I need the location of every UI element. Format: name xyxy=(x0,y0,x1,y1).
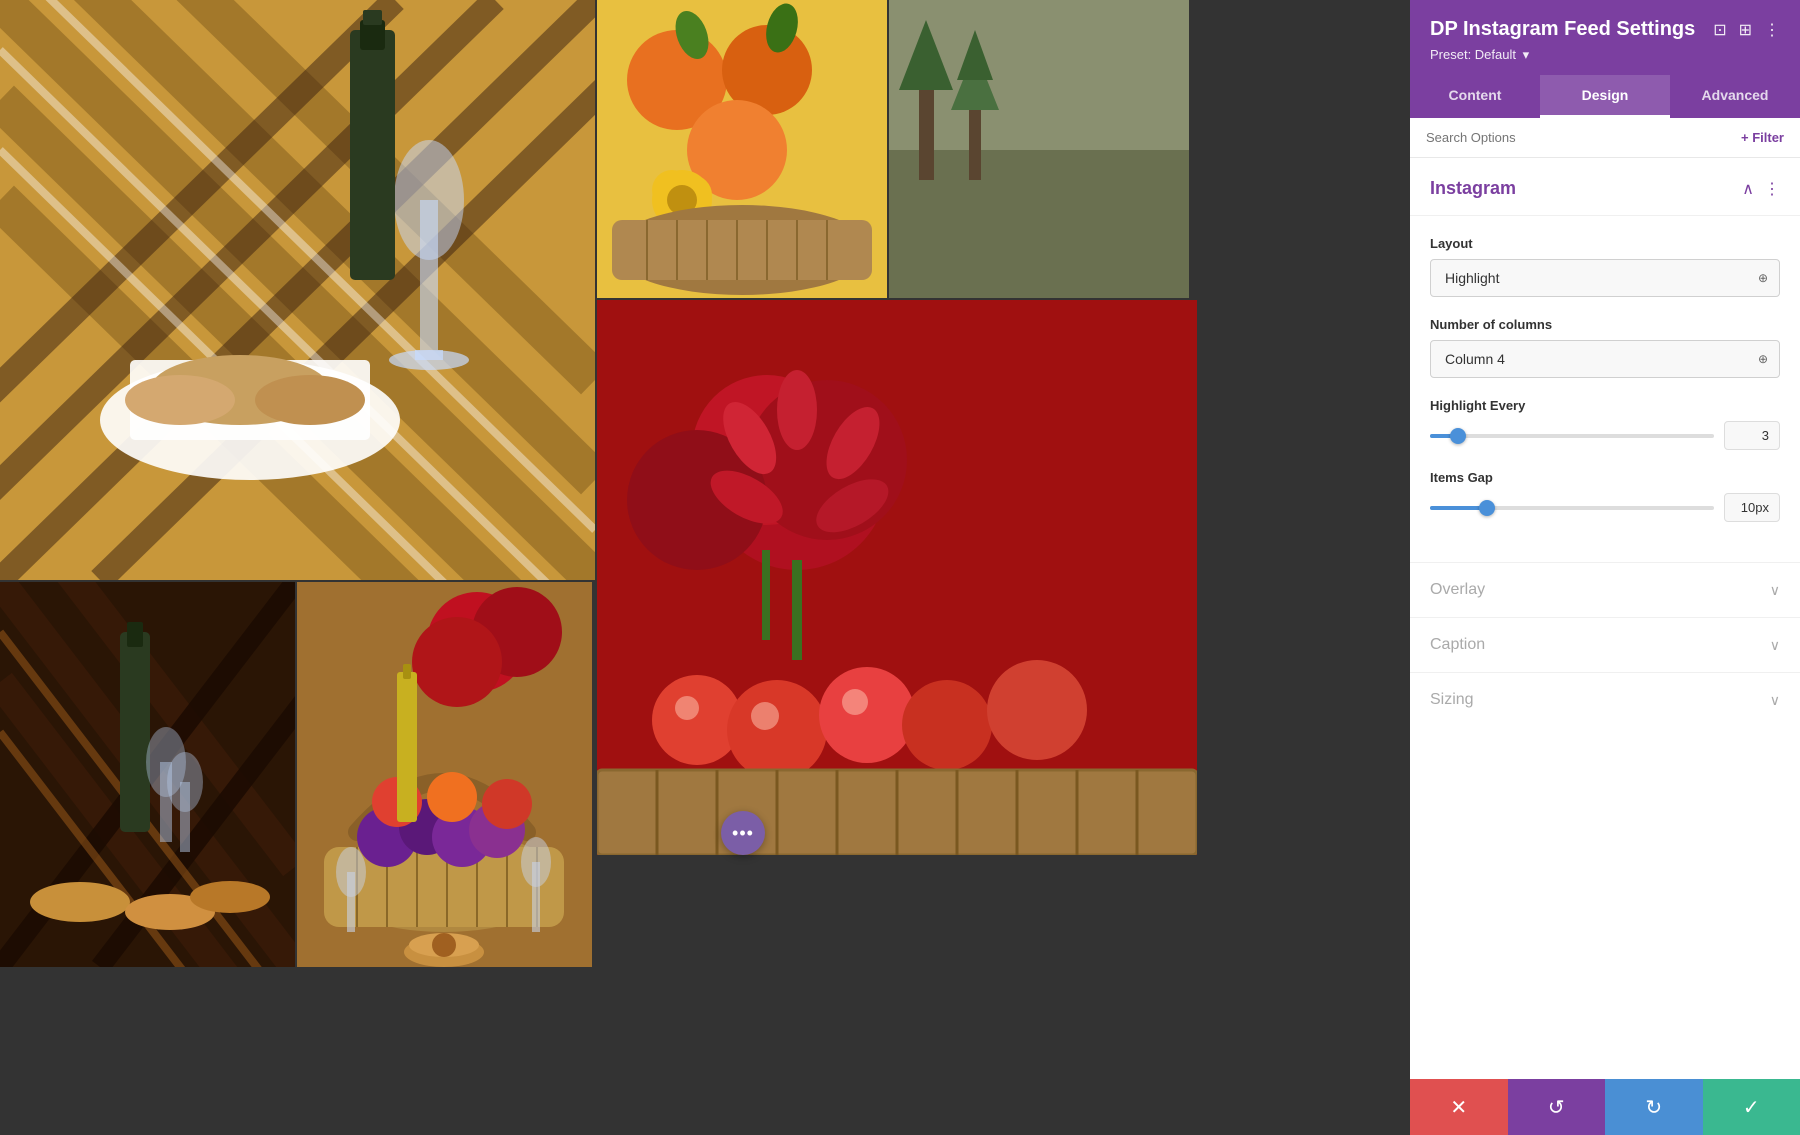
columns-select-wrapper: Column 1 Column 2 Column 3 Column 4 Colu… xyxy=(1430,340,1780,378)
confirm-icon: ✓ xyxy=(1743,1095,1760,1120)
confirm-button[interactable]: ✓ xyxy=(1703,1079,1800,1135)
items-gap-value[interactable]: 10px xyxy=(1724,493,1780,522)
sizing-collapse-arrow: ∨ xyxy=(1770,692,1780,709)
highlight-every-thumb[interactable] xyxy=(1450,428,1466,444)
filter-button[interactable]: + Filter xyxy=(1741,130,1784,145)
tab-advanced[interactable]: Advanced xyxy=(1670,75,1800,118)
more-options-button[interactable]: ••• xyxy=(721,811,765,855)
undo-icon: ↺ xyxy=(1548,1095,1565,1120)
caption-section-title: Caption xyxy=(1430,636,1485,654)
delete-icon: ✕ xyxy=(1450,1095,1467,1120)
items-gap-track xyxy=(1430,506,1714,510)
search-row: + Filter xyxy=(1410,118,1800,158)
undo-button[interactable]: ↺ xyxy=(1508,1079,1606,1135)
columns-select[interactable]: Column 1 Column 2 Column 3 Column 4 Colu… xyxy=(1430,340,1780,378)
photo-bottom-left xyxy=(0,582,295,967)
redo-icon: ↻ xyxy=(1645,1095,1662,1120)
items-gap-label: Items Gap xyxy=(1430,470,1780,485)
maximize-icon[interactable]: ⊞ xyxy=(1739,20,1752,40)
layout-select[interactable]: Highlight Grid Masonry Carousel xyxy=(1430,259,1780,297)
delete-button[interactable]: ✕ xyxy=(1410,1079,1508,1135)
overlay-collapse-arrow: ∨ xyxy=(1770,582,1780,599)
instagram-section-header: Instagram ∧ ⋮ xyxy=(1410,158,1800,216)
photo-main-left xyxy=(0,0,595,580)
tab-design[interactable]: Design xyxy=(1540,75,1670,118)
tab-content[interactable]: Content xyxy=(1410,75,1540,118)
overlay-section-title: Overlay xyxy=(1430,581,1485,599)
preset-label: Preset: Default xyxy=(1430,47,1516,62)
panel-header-icons: ⊡ ⊞ ⋮ xyxy=(1713,20,1780,40)
panel-toolbar: ✕ ↺ ↻ ✓ xyxy=(1410,1079,1800,1135)
highlight-every-slider-row: 3 xyxy=(1430,421,1780,450)
preset-arrow: ▾ xyxy=(1523,47,1530,63)
panel-content: Instagram ∧ ⋮ Layout Highlight Grid Maso… xyxy=(1410,158,1800,1079)
caption-section[interactable]: Caption ∨ xyxy=(1410,617,1800,672)
dots-icon: ••• xyxy=(732,823,754,844)
photo-middle-right xyxy=(597,300,1197,855)
layout-select-wrapper: Highlight Grid Masonry Carousel ⊕ xyxy=(1430,259,1780,297)
photo-top-right-fruits xyxy=(597,0,887,298)
settings-panel: DP Instagram Feed Settings ⊡ ⊞ ⋮ Preset:… xyxy=(1410,0,1800,1135)
section-menu-button[interactable]: ⋮ xyxy=(1764,179,1780,199)
sizing-section[interactable]: Sizing ∨ xyxy=(1410,672,1800,727)
panel-title: DP Instagram Feed Settings xyxy=(1430,18,1695,41)
layout-label: Layout xyxy=(1430,236,1780,251)
filter-label: + Filter xyxy=(1741,130,1784,145)
redo-button[interactable]: ↻ xyxy=(1605,1079,1703,1135)
columns-label: Number of columns xyxy=(1430,317,1780,332)
instagram-section-title: Instagram xyxy=(1430,178,1516,199)
preset-selector[interactable]: Preset: Default ▾ xyxy=(1430,47,1780,63)
section-controls: ∧ ⋮ xyxy=(1742,179,1780,199)
search-input[interactable] xyxy=(1426,130,1733,145)
photo-top-far-right xyxy=(889,0,1189,298)
caption-collapse-arrow: ∨ xyxy=(1770,637,1780,654)
panel-tabs: Content Design Advanced xyxy=(1410,75,1800,118)
settings-body: Layout Highlight Grid Masonry Carousel ⊕… xyxy=(1410,216,1800,562)
minimize-icon[interactable]: ⊡ xyxy=(1713,20,1726,40)
panel-header: DP Instagram Feed Settings ⊡ ⊞ ⋮ Preset:… xyxy=(1410,0,1800,75)
highlight-every-label: Highlight Every xyxy=(1430,398,1780,413)
photo-bottom-middle xyxy=(297,582,592,967)
highlight-every-track xyxy=(1430,434,1714,438)
overlay-section[interactable]: Overlay ∨ xyxy=(1410,562,1800,617)
items-gap-thumb[interactable] xyxy=(1479,500,1495,516)
section-collapse-button[interactable]: ∧ xyxy=(1742,179,1754,199)
photo-area: ••• xyxy=(0,0,1410,1135)
highlight-every-value[interactable]: 3 xyxy=(1724,421,1780,450)
sizing-section-title: Sizing xyxy=(1430,691,1474,709)
items-gap-slider-row: 10px xyxy=(1430,493,1780,522)
more-icon[interactable]: ⋮ xyxy=(1764,20,1780,40)
